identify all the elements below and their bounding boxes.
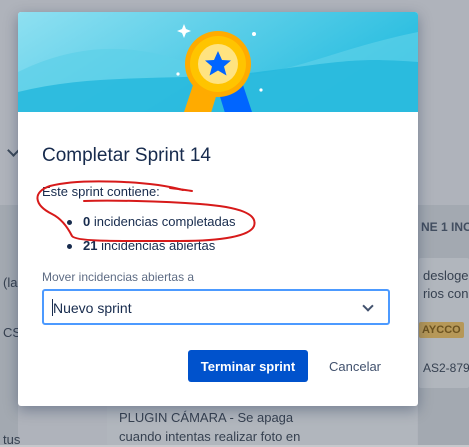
bullet <box>67 244 72 249</box>
chevron-down-icon[interactable] <box>362 300 374 312</box>
issue-summary-list: 0 incidencias completadas 21 incidencias… <box>42 213 236 261</box>
list-item: 21 incidencias abiertas <box>42 237 236 261</box>
list-item: 0 incidencias completadas <box>42 213 236 237</box>
completed-label: incidencias completadas <box>93 214 236 229</box>
bullet <box>67 220 72 225</box>
finish-sprint-button[interactable]: Terminar sprint <box>188 350 308 382</box>
award-ribbon-icon <box>18 12 418 112</box>
move-issues-label: Mover incidencias abiertas a <box>42 270 195 284</box>
cancel-button[interactable]: Cancelar <box>318 350 392 382</box>
sprint-summary-intro: Este sprint contiene: <box>42 184 160 199</box>
completed-count: 0 <box>83 214 91 229</box>
open-label: incidencias abiertas <box>101 238 216 253</box>
move-issues-select[interactable]: Nuevo sprint <box>42 289 390 325</box>
complete-sprint-dialog: Completar Sprint 14 Este sprint contiene… <box>18 12 418 406</box>
dialog-title: Completar Sprint 14 <box>42 145 211 166</box>
select-value: Nuevo sprint <box>53 300 132 316</box>
dialog-banner <box>18 12 418 112</box>
open-count: 21 <box>83 238 98 253</box>
